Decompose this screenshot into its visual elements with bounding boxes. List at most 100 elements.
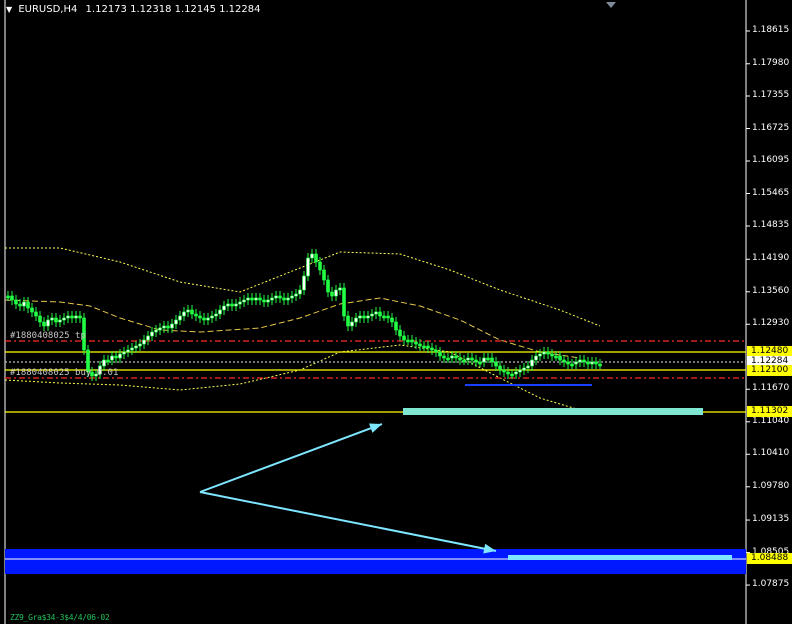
candle-body [470,357,474,361]
candle-body [342,287,346,317]
order-tp-label: #1880408025 tp [10,331,86,341]
candle-body [550,353,554,357]
candle-body [54,317,58,323]
candle-body [174,319,178,325]
axis-tick-label: 1.11670 [752,383,790,394]
candle-body [566,361,570,365]
candle-body [234,303,238,307]
candle-body [502,369,506,373]
candle-body [410,339,414,343]
candle-body [578,359,582,363]
candle-body [370,313,374,317]
quote-label: 1.12173 1.12318 1.12145 1.12284 [85,4,261,15]
candle-body [270,297,274,301]
candle-body [194,313,198,317]
candle-body [250,297,254,301]
candle-body [170,323,174,329]
candle-body [258,297,262,301]
candle-body [198,315,202,319]
candle-body [226,303,230,307]
candle-body [294,293,298,297]
candle-body [122,351,126,355]
candle-body [418,343,422,347]
candle-body [218,309,222,315]
candle-body [434,349,438,353]
dropdown-triangle-icon[interactable]: ▼ [6,5,12,14]
candle-body [230,303,234,307]
candle-body [306,257,310,277]
candle-body [298,289,302,295]
candle-body [322,269,326,281]
candle-body [442,355,446,359]
candle-body [338,287,342,291]
price-chart[interactable] [0,0,792,624]
candle-body [570,363,574,367]
candle-body [146,335,150,341]
axis-tick-label: 1.14190 [752,253,790,264]
candle-body [214,313,218,317]
candle-body [462,359,466,363]
candle-body [414,341,418,345]
candle-body [154,329,158,333]
candle-body [466,357,470,361]
candle-body [542,351,546,355]
axis-tick-label: 1.14835 [752,220,790,230]
candle-body [518,369,522,373]
candle-body [238,301,242,305]
axis-tick-label: 1.13560 [752,285,790,296]
indicator-footer: ZZ9_Gra$34-3$4/4/06-02 [10,613,110,622]
axis-tick-label: 1.07875 [752,579,790,590]
candle-body [362,315,366,319]
axis-tick-label: 1.16725 [752,122,790,133]
candle-body [202,317,206,321]
candle-body [522,367,526,371]
arrow-down [199,491,497,552]
candle-body [422,345,426,349]
candle-body [598,363,602,367]
candle-body [546,351,550,355]
candle-body [50,317,54,321]
candle-body [314,253,318,263]
candle-body [262,299,266,303]
candle-body [6,295,10,299]
candle-body [190,309,194,315]
candle-body [118,353,122,359]
candle-body [458,357,462,361]
axis-tick-label: 1.12930 [752,318,790,329]
candle-body [278,295,282,299]
candle-body [162,325,166,329]
candle-body [126,349,130,353]
axis-tick-label: 1.17980 [752,57,790,68]
candle-body [558,355,562,361]
candle-body [562,359,566,363]
candle-body [282,297,286,301]
candle-body [510,373,514,377]
candle-body [354,317,358,323]
candle-body [366,315,370,319]
candle-body [18,303,22,307]
arrow-up [199,423,383,493]
order-buy-label: #1880408025 buy 0.01 [10,368,119,378]
candle-body [350,321,354,327]
price-tag-target-level: 1.11302 [747,406,792,417]
candle-body [526,365,530,369]
candle-body [326,279,330,293]
candle-body [430,347,434,351]
candle-body [10,295,14,301]
candle-body [186,309,190,313]
candle-body [142,339,146,345]
shift-marker-icon[interactable] [606,2,616,8]
candle-body [454,355,458,359]
candle-body [386,315,390,319]
candle-body [286,297,290,301]
candle-body [178,315,182,321]
candle-body [222,305,226,311]
candle-body [134,345,138,349]
candle-body [66,315,70,319]
candle-body [242,299,246,303]
price-tag-lower-level: 1.12100 [747,365,792,376]
candle-body [554,355,558,359]
axis-tick-label: 1.09780 [752,480,790,491]
axis-tick-label: 1.15465 [752,187,790,198]
candle-body [158,327,162,331]
